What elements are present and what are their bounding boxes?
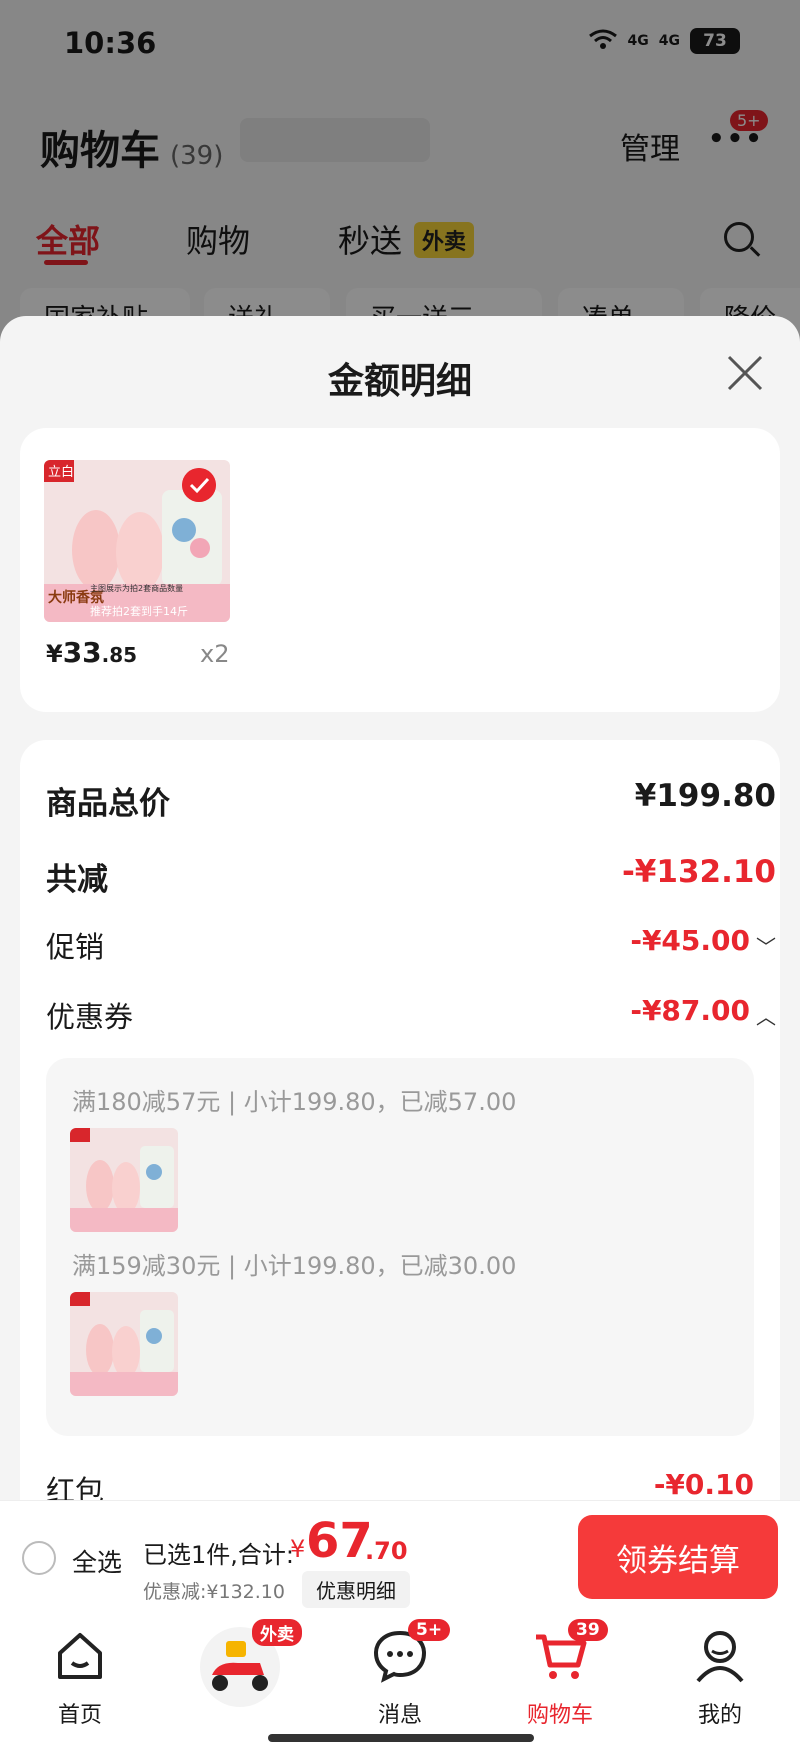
product-price: ¥33.85 xyxy=(46,636,138,669)
checkout-bar: 全选 已选1件,合计: ¥ 67 .70 优惠减:¥132.10 优惠明细 领券… xyxy=(0,1500,800,1611)
message-badge: 5+ xyxy=(408,1619,451,1641)
nav-messages[interactable]: 5+ 消息 xyxy=(340,1619,460,1729)
brand-badge: 立白 xyxy=(48,464,74,480)
cart-badge: 39 xyxy=(568,1619,608,1641)
product-card: 立白 大师香氛 主图展示为拍2套商品数量 推荐拍2套到手14斤 ¥33.85 x… xyxy=(20,428,780,712)
reduce-label: 共减 xyxy=(46,862,108,898)
promo-label: 促销 xyxy=(46,930,105,964)
hongbao-value: -¥0.10 xyxy=(653,1468,754,1501)
check-icon[interactable] xyxy=(182,468,216,502)
promo-value: -¥45.00 xyxy=(630,924,750,957)
coupon-product-thumb xyxy=(70,1292,178,1396)
promo-row[interactable]: 促销 -¥45.00 ﹀ xyxy=(46,924,776,974)
total-label: 商品总价 xyxy=(46,786,170,822)
discount-summary: 优惠减:¥132.10 xyxy=(143,1581,285,1603)
coupon-row[interactable]: 优惠券 -¥87.00 ︿ xyxy=(46,994,776,1044)
reduce-value: -¥132.10 xyxy=(621,854,776,890)
coupon-line: 满159减30元 | 小计199.80，已减30.00 xyxy=(72,1252,517,1280)
product-quantity: x2 xyxy=(200,640,230,668)
sheet-title: 金额明细 xyxy=(327,361,472,402)
nav-profile[interactable]: 我的 xyxy=(660,1625,780,1729)
home-indicator xyxy=(268,1734,534,1742)
chevron-up-icon[interactable]: ︿ xyxy=(756,1001,776,1030)
image-label: 推荐拍2套到手14斤 xyxy=(90,604,188,618)
total-value: ¥199.80 xyxy=(634,778,776,814)
home-icon xyxy=(58,1633,102,1679)
select-all-radio[interactable] xyxy=(22,1541,56,1575)
price-detail-card: 商品总价 ¥199.80 共减 -¥132.10 促销 -¥45.00 ﹀ 优惠券… xyxy=(20,740,780,1611)
total-row: 商品总价 ¥199.80 xyxy=(46,778,776,828)
amount-detail-sheet: 金额明细 立白 大师香氛 主图展示为拍2套商品数量 推荐拍2套到手14斤 ¥33… xyxy=(0,316,800,1611)
close-icon[interactable] xyxy=(726,354,764,392)
select-all-label[interactable]: 全选 xyxy=(72,1543,122,1579)
checkout-button[interactable]: 领券结算 xyxy=(578,1515,778,1599)
coupon-product-thumb xyxy=(70,1128,178,1232)
coupon-detail-box: 满180减57元 | 小计199.80，已减57.00 满159减30元 | 小… xyxy=(46,1058,754,1436)
nav-home[interactable]: 首页 xyxy=(20,1625,140,1729)
total-currency: ¥ xyxy=(290,1535,306,1563)
nav-cart[interactable]: 39 购物车 xyxy=(500,1619,620,1729)
waimai-badge: 外卖 xyxy=(252,1619,302,1646)
nav-waimai[interactable]: 外卖 xyxy=(180,1619,302,1713)
coupon-label: 优惠券 xyxy=(46,1000,134,1034)
selected-summary: 已选1件,合计: xyxy=(143,1541,294,1569)
coupon-line: 满180减57元 | 小计199.80，已减57.00 xyxy=(72,1088,517,1116)
coupon-value: -¥87.00 xyxy=(630,994,750,1027)
total-amount: 67 xyxy=(306,1513,373,1569)
total-decimal: .70 xyxy=(365,1537,408,1565)
chevron-down-icon[interactable]: ﹀ xyxy=(756,931,776,960)
discount-detail-button[interactable]: 优惠明细 xyxy=(302,1571,410,1608)
profile-icon xyxy=(696,1631,744,1683)
image-note: 主图展示为拍2套商品数量 xyxy=(90,583,183,593)
reduce-row: 共减 -¥132.10 xyxy=(46,854,776,904)
